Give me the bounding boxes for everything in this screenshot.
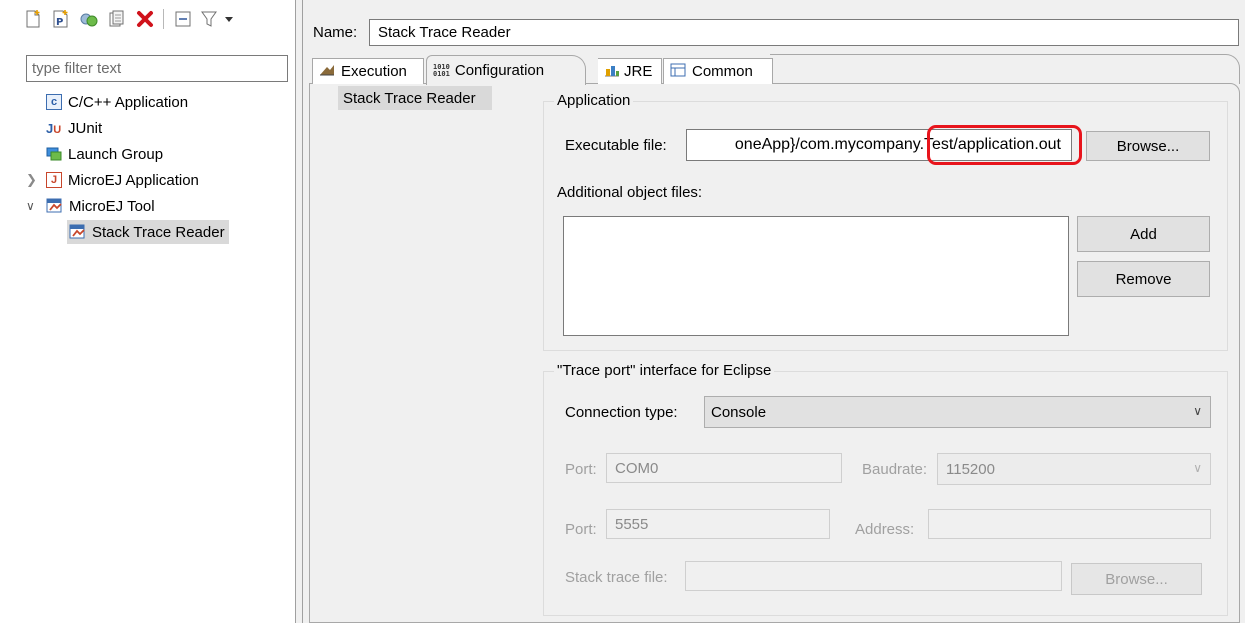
button-label: Add bbox=[1130, 225, 1157, 243]
duplicate-icon[interactable] bbox=[78, 8, 100, 30]
tab-label: Execution bbox=[341, 63, 407, 80]
config-list bbox=[313, 86, 531, 623]
tab-configuration[interactable]: 1010 0101 Configuration bbox=[426, 55, 586, 85]
svg-text:P: P bbox=[56, 17, 63, 28]
name-field[interactable]: Stack Trace Reader bbox=[369, 19, 1239, 46]
chevron-down-icon: ∨ bbox=[1193, 461, 1202, 475]
baudrate-select[interactable]: 115200 ∨ bbox=[937, 453, 1211, 485]
object-files-list[interactable] bbox=[563, 216, 1069, 336]
tcp-port-label: Port: bbox=[565, 521, 597, 538]
button-label: Browse... bbox=[1116, 137, 1180, 155]
highlight-ellipse bbox=[927, 125, 1082, 165]
chevron-down-icon[interactable]: ∨ bbox=[26, 199, 46, 213]
tree-item-label: Launch Group bbox=[68, 145, 164, 163]
stack-trace-file-field[interactable] bbox=[685, 561, 1062, 591]
tree-item-label: MicroEJ Tool bbox=[69, 197, 155, 215]
baudrate-label: Baudrate: bbox=[862, 461, 928, 478]
tree-item-c-app[interactable]: c C/C++ Application bbox=[46, 90, 188, 114]
tcp-port-value: 5555 bbox=[615, 515, 649, 533]
address-label: Address: bbox=[855, 521, 915, 538]
trace-port-group-title: "Trace port" interface for Eclipse bbox=[554, 362, 775, 379]
connection-type-label: Connection type: bbox=[565, 404, 678, 421]
tree-item-label: Stack Trace Reader bbox=[92, 223, 225, 241]
tree-item-launch-group[interactable]: Launch Group bbox=[46, 142, 163, 166]
junit-icon: JU bbox=[46, 120, 62, 136]
application-group-title: Application bbox=[554, 92, 634, 109]
microej-tool-icon bbox=[69, 224, 86, 240]
connection-type-select[interactable]: Console ∨ bbox=[704, 396, 1211, 428]
chevron-down-icon: ∨ bbox=[1193, 404, 1202, 418]
new-prototype-icon[interactable]: P bbox=[50, 8, 72, 30]
name-value: Stack Trace Reader bbox=[378, 24, 511, 41]
copy-icon[interactable] bbox=[106, 8, 128, 30]
sash[interactable] bbox=[295, 0, 303, 623]
microej-tool-icon bbox=[46, 198, 63, 214]
tree-item-microej-tool[interactable]: ∨ MicroEJ Tool bbox=[26, 194, 155, 218]
common-icon bbox=[670, 63, 686, 81]
button-label: Remove bbox=[1115, 270, 1172, 288]
tab-strip-curve bbox=[770, 54, 1240, 84]
button-label: Browse... bbox=[1105, 570, 1168, 588]
filter-icon[interactable] bbox=[198, 8, 220, 30]
stack-trace-file-label: Stack trace file: bbox=[565, 569, 668, 586]
delete-icon[interactable] bbox=[134, 8, 156, 30]
baudrate-value: 115200 bbox=[946, 460, 995, 478]
tree-item-junit[interactable]: JU JUnit bbox=[46, 116, 102, 140]
tab-common[interactable]: Common bbox=[663, 58, 773, 84]
tree-item-label: JUnit bbox=[68, 119, 103, 137]
connection-type-value: Console bbox=[711, 403, 767, 421]
tree-item-microej-app[interactable]: ❯ J MicroEJ Application bbox=[26, 168, 199, 192]
jre-icon bbox=[604, 63, 620, 81]
tab-label: JRE bbox=[624, 63, 653, 80]
browse-stack-trace-button[interactable]: Browse... bbox=[1071, 563, 1202, 595]
binary-icon: 1010 0101 bbox=[433, 62, 450, 78]
name-label: Name: bbox=[313, 24, 358, 41]
left-pane: P type filter text c C/C++ Application J… bbox=[0, 0, 295, 623]
view-menu-icon[interactable] bbox=[222, 8, 236, 30]
launch-group-icon bbox=[46, 147, 62, 161]
tab-execution[interactable]: Execution bbox=[312, 58, 424, 84]
port-field[interactable]: COM0 bbox=[606, 453, 842, 483]
toolbar-separator bbox=[163, 9, 164, 29]
filter-placeholder: type filter text bbox=[32, 60, 122, 77]
additional-files-label: Additional object files: bbox=[557, 184, 703, 201]
config-list-item-label: Stack Trace Reader bbox=[343, 89, 476, 107]
address-field[interactable] bbox=[928, 509, 1211, 539]
add-button[interactable]: Add bbox=[1077, 216, 1210, 252]
tree-item-stack-trace-reader[interactable]: Stack Trace Reader bbox=[67, 220, 229, 244]
executable-label: Executable file: bbox=[565, 137, 667, 154]
c-app-icon: c bbox=[46, 94, 62, 110]
chevron-right-icon[interactable]: ❯ bbox=[26, 172, 46, 188]
browse-executable-button[interactable]: Browse... bbox=[1086, 131, 1210, 161]
port-value: COM0 bbox=[615, 459, 659, 477]
tab-jre[interactable]: JRE bbox=[598, 58, 662, 84]
tab-label: Configuration bbox=[454, 62, 545, 79]
tcp-port-field[interactable]: 5555 bbox=[606, 509, 830, 539]
config-list-item[interactable]: Stack Trace Reader bbox=[338, 86, 492, 110]
microej-app-icon: J bbox=[46, 172, 62, 188]
collapse-all-icon[interactable] bbox=[172, 8, 194, 30]
tree-item-label: MicroEJ Application bbox=[68, 171, 199, 189]
tree-item-label: C/C++ Application bbox=[68, 93, 189, 111]
tab-label: Common bbox=[692, 63, 753, 80]
execution-icon bbox=[319, 63, 335, 81]
filter-input[interactable]: type filter text bbox=[26, 55, 288, 82]
remove-button[interactable]: Remove bbox=[1077, 261, 1210, 297]
new-config-icon[interactable] bbox=[22, 8, 44, 30]
port-label: Port: bbox=[565, 461, 597, 478]
